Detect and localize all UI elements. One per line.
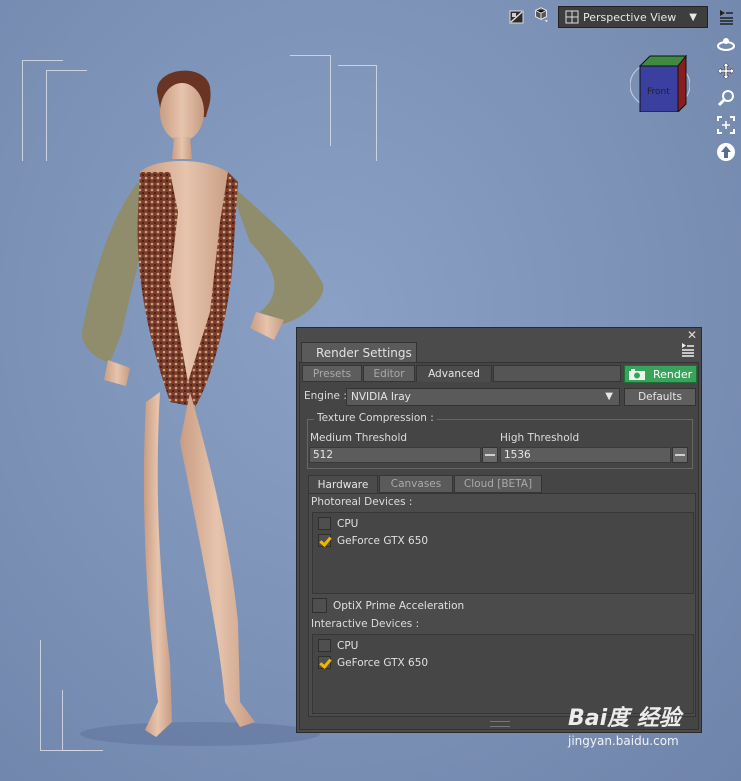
interactive-devices-label: Interactive Devices : [311, 618, 420, 630]
resize-grip[interactable] [490, 721, 510, 727]
photoreal-device-cpu[interactable]: CPU [318, 517, 358, 530]
panel-title: Render Settings [316, 345, 412, 360]
aim-icon[interactable] [716, 142, 736, 162]
panel-menu-icon[interactable] [680, 342, 696, 358]
medium-threshold-value: 512 [313, 449, 334, 461]
high-threshold-value: 1536 [504, 449, 531, 461]
tab-editor-label: Editor [373, 367, 405, 380]
engine-select[interactable]: NVIDIA Iray ▼ [346, 388, 620, 406]
hardware-body: Photoreal Devices : CPU GeForce GTX 650 … [308, 493, 696, 717]
high-threshold-slider-button[interactable] [672, 447, 688, 463]
photoreal-gpu-label: GeForce GTX 650 [337, 534, 429, 547]
interactive-cpu-label: CPU [337, 639, 359, 652]
tab-advanced[interactable]: Advanced [416, 365, 492, 382]
tab-presets[interactable]: Presets [302, 365, 362, 382]
grid-view-icon [565, 10, 579, 24]
display-mode-icon[interactable] [508, 8, 526, 26]
tab-hardware[interactable]: Hardware [308, 475, 378, 493]
tab-advanced-label: Advanced [428, 368, 480, 380]
photoreal-device-gpu[interactable]: GeForce GTX 650 [318, 534, 428, 547]
engine-row: Engine : NVIDIA Iray ▼ Defaults [302, 387, 696, 407]
3d-viewport[interactable]: Perspective View ▼ Front ✕ Render Settin… [0, 0, 741, 781]
zoom-icon[interactable] [716, 88, 736, 108]
panel-body: Presets Editor Advanced Render Engine : … [299, 362, 699, 730]
watermark: Bai度 经验 jingyan.baidu.com [568, 700, 681, 748]
interactive-cpu-checkbox[interactable] [318, 639, 331, 652]
camera-icon [629, 368, 645, 380]
render-settings-panel: ✕ Render Settings Presets Editor Advance… [296, 327, 702, 733]
frame-icon[interactable] [716, 115, 736, 135]
engine-select-value: NVIDIA Iray [351, 391, 411, 403]
medium-threshold-slider-button[interactable] [482, 447, 498, 463]
texture-compression-group: Texture Compression : Medium Threshold 5… [307, 412, 693, 469]
engine-label: Engine : [304, 390, 347, 402]
render-button-label: Render [653, 367, 693, 381]
draw-style-icon[interactable] [532, 5, 550, 23]
defaults-button-label: Defaults [638, 391, 682, 403]
texture-compression-legend: Texture Compression : [314, 412, 437, 424]
photoreal-devices-label: Photoreal Devices : [311, 496, 413, 508]
interactive-device-gpu[interactable]: GeForce GTX 650 [318, 656, 428, 669]
photoreal-cpu-label: CPU [337, 517, 359, 530]
tab-hardware-label: Hardware [317, 478, 369, 491]
view-select-label: Perspective View [583, 10, 677, 24]
chevron-down-icon: ▼ [605, 391, 613, 402]
photoreal-device-list: CPU GeForce GTX 650 [312, 512, 694, 594]
tab-presets-label: Presets [312, 367, 352, 380]
interactive-device-cpu[interactable]: CPU [318, 639, 358, 652]
watermark-logo: Bai度 经验 [568, 706, 681, 731]
pan-icon[interactable] [716, 61, 736, 81]
high-threshold-label: High Threshold [500, 432, 580, 444]
chevron-down-icon: ▼ [689, 11, 697, 23]
render-button[interactable]: Render [624, 365, 697, 383]
interactive-gpu-label: GeForce GTX 650 [337, 656, 429, 669]
orbit-icon[interactable] [716, 34, 736, 54]
tab-strip-filler [493, 365, 621, 382]
tab-canvases-label: Canvases [390, 478, 442, 490]
high-threshold-field[interactable]: 1536 [500, 447, 671, 463]
tab-cloud[interactable]: Cloud [BETA] [454, 475, 542, 493]
tab-editor[interactable]: Editor [363, 365, 415, 382]
defaults-button[interactable]: Defaults [624, 388, 696, 406]
optix-prime-label: OptiX Prime Acceleration [333, 599, 465, 612]
tab-cloud-label: Cloud [BETA] [463, 478, 533, 490]
medium-threshold-field[interactable]: 512 [309, 447, 481, 463]
close-icon[interactable]: ✕ [687, 329, 697, 341]
view-select[interactable]: Perspective View ▼ [558, 6, 708, 28]
tab-canvases[interactable]: Canvases [379, 475, 453, 493]
optix-prime-toggle[interactable]: OptiX Prime Acceleration [312, 598, 464, 613]
interactive-gpu-checkbox[interactable] [318, 656, 331, 669]
watermark-url: jingyan.baidu.com [568, 734, 679, 748]
photoreal-gpu-checkbox[interactable] [318, 534, 331, 547]
photoreal-cpu-checkbox[interactable] [318, 517, 331, 530]
panel-title-tab[interactable]: Render Settings [301, 342, 417, 362]
optix-prime-checkbox[interactable] [312, 598, 327, 613]
medium-threshold-label: Medium Threshold [310, 432, 408, 444]
view-cube-face-label: Front [647, 87, 670, 97]
viewport-menu-icon[interactable] [717, 8, 735, 26]
view-cube[interactable]: Front [629, 52, 691, 114]
